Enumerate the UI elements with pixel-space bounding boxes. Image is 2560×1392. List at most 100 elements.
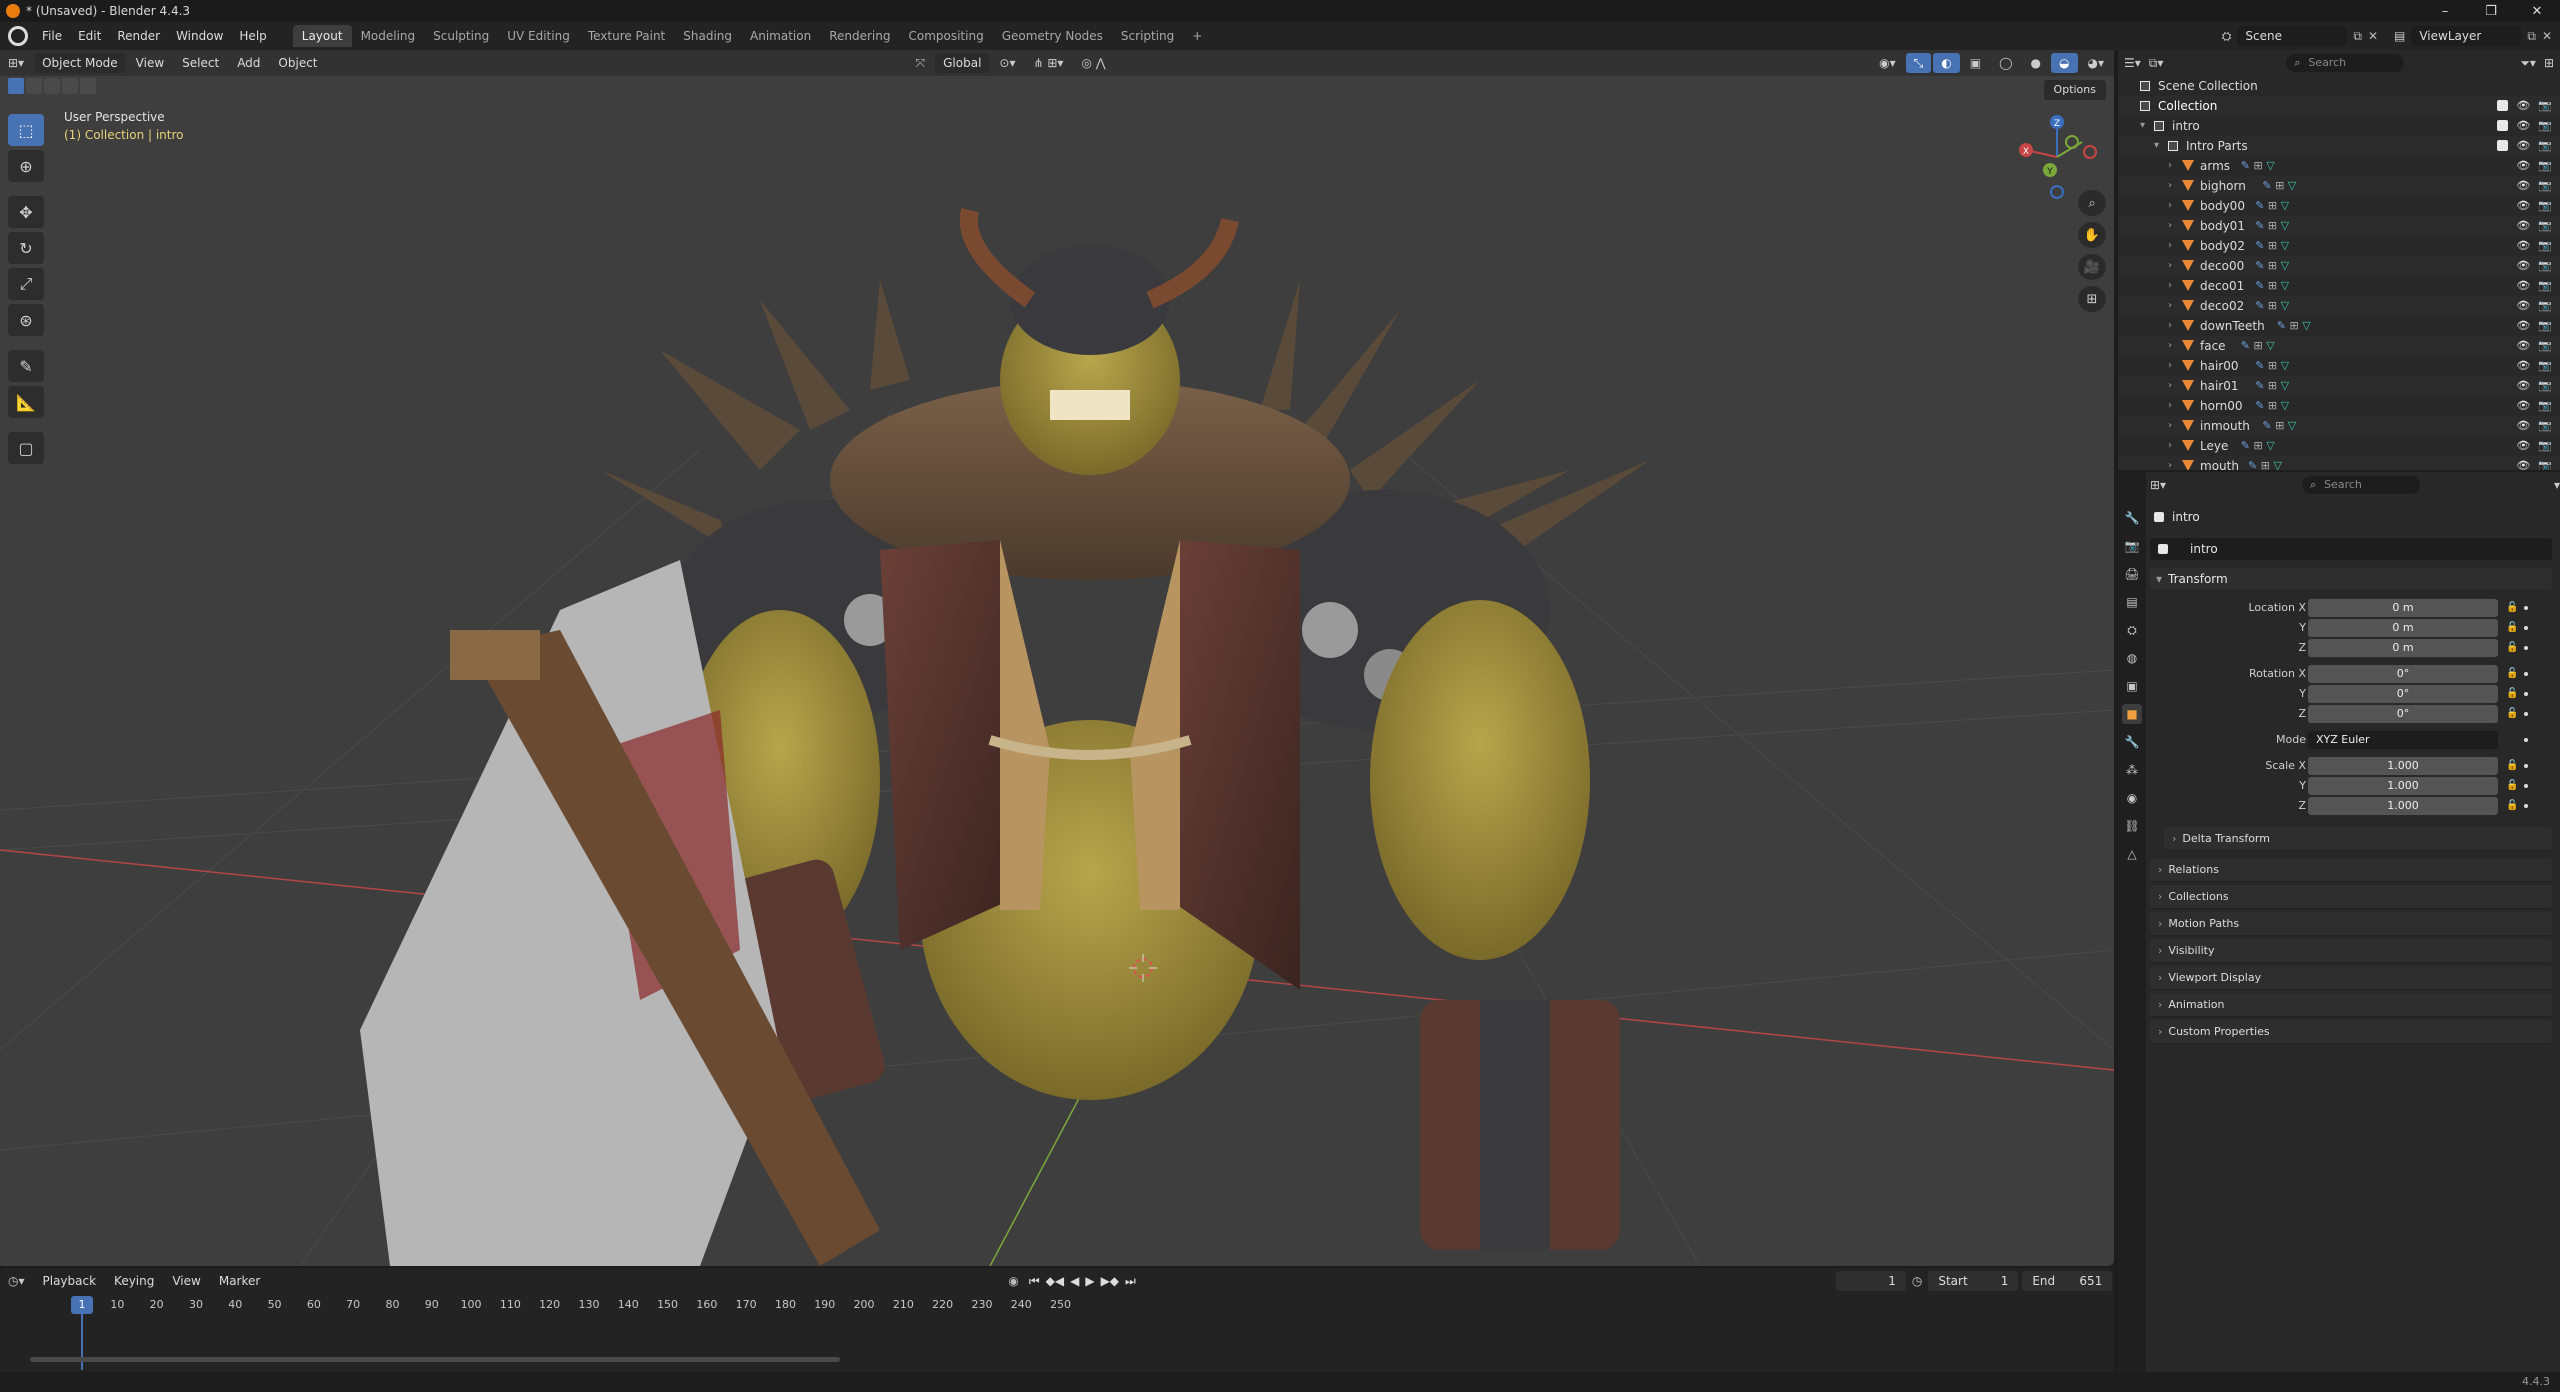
tab-uv-editing[interactable]: UV Editing [498,25,579,47]
rotate-icon[interactable]: ↻ [8,232,44,264]
tree-row-scene-collection[interactable]: Scene Collection [2118,76,2560,96]
tree-row-object[interactable]: › deco02 ✎ ⊞ ▽ 👁 📷 [2118,296,2560,316]
tab-texture-paint[interactable]: Texture Paint [579,25,674,47]
keyframe-dot-icon[interactable] [2524,646,2528,650]
panel-visibility[interactable]: › Visibility [2150,939,2552,963]
new-view-layer-icon[interactable]: ⧉ [2527,29,2536,44]
eye-icon[interactable]: 👁 [2516,96,2530,116]
menu-marker[interactable]: Marker [211,1271,268,1291]
zoom-icon[interactable]: ⌕ [2078,190,2106,216]
scene-name-field[interactable]: Scene [2237,26,2348,46]
tab-layout[interactable]: Layout [292,25,352,47]
navigation-gizmo[interactable]: Z Y X [2012,112,2102,202]
panel-relations[interactable]: › Relations [2150,858,2552,882]
camera-icon[interactable]: 📷 [2538,296,2552,316]
exclude-checkbox[interactable] [2497,100,2509,111]
expand-arrow-icon[interactable]: › [2168,276,2172,296]
gizmo-toggle-icon[interactable]: ⤡ [1905,53,1932,73]
menu-window[interactable]: Window [168,25,231,47]
camera-icon[interactable]: 📷 [2538,376,2552,396]
eye-icon[interactable]: 👁 [2516,236,2530,256]
lock-icon[interactable]: 🔓 [2506,618,2518,638]
transform-orientation-dropdown[interactable]: Global [935,53,990,73]
tree-row-object[interactable]: › bighorn ✎ ⊞ ▽ 👁 📷 [2118,176,2560,196]
next-key-icon[interactable]: ▶◆ [1101,1274,1119,1289]
menu-playback[interactable]: Playback [35,1271,105,1291]
tab-rendering[interactable]: Rendering [820,25,899,47]
keyframe-dot-icon[interactable] [2524,672,2528,676]
menu-keying[interactable]: Keying [106,1271,162,1291]
outliner-editor-type-icon[interactable]: ☰▾ [2124,56,2141,70]
view-layer-field[interactable]: ViewLayer [2411,26,2522,46]
panel-animation[interactable]: › Animation [2150,993,2552,1017]
maximize-button[interactable]: ❐ [2468,0,2514,22]
constraints-tab-icon[interactable]: ⛓ [2122,816,2142,836]
tree-row-intro-parts[interactable]: ▾ Intro Parts 👁 📷 [2118,136,2560,156]
expand-arrow-icon[interactable]: › [2168,216,2172,236]
blender-menu-icon[interactable] [8,26,28,46]
mode-dropdown[interactable]: Object Mode [34,53,126,73]
render-tab-icon[interactable]: 📷 [2122,536,2142,556]
camera-icon[interactable]: 📷 [2538,276,2552,296]
pivot-icon[interactable]: ⊙▾ [991,53,1023,73]
tree-row-intro[interactable]: ▾ intro 👁 📷 [2118,116,2560,136]
eye-icon[interactable]: 👁 [2516,136,2530,156]
lock-icon[interactable]: 🔓 [2506,598,2518,618]
tree-row-object[interactable]: › face ✎ ⊞ ▽ 👁 📷 [2118,336,2560,356]
collection-tab-icon[interactable]: ▣ [2122,676,2142,696]
visibility-icon[interactable]: ◉▾ [1871,53,1904,73]
minimize-button[interactable]: – [2422,0,2468,22]
scale-x-field[interactable]: 1.000 [2308,757,2498,775]
camera-view-icon[interactable]: 🎥 [2078,254,2106,280]
menu-select[interactable]: Select [174,53,227,73]
expand-arrow-icon[interactable]: › [2168,236,2172,256]
menu-render[interactable]: Render [109,25,168,47]
proportional-edit-icon[interactable]: ◎ ⋀ [1073,53,1113,73]
keyframe-dot-icon[interactable] [2524,764,2528,768]
start-frame-field[interactable]: Start 1 [1928,1271,2019,1291]
location-z-field[interactable]: 0 m [2308,639,2498,657]
close-button[interactable]: ✕ [2514,0,2560,22]
scale-icon[interactable]: ⤢ [8,268,44,300]
camera-icon[interactable]: 📷 [2538,156,2552,176]
lock-icon[interactable]: 🔓 [2506,776,2518,796]
camera-icon[interactable]: 📷 [2538,336,2552,356]
object-tab-icon[interactable]: ■ [2122,704,2142,724]
keyframe-dot-icon[interactable] [2524,784,2528,788]
annotate-icon[interactable]: ✎ [8,350,44,382]
panel-custom-properties[interactable]: › Custom Properties [2150,1020,2552,1044]
expand-arrow-icon[interactable]: › [2168,416,2172,436]
object-name-field[interactable]: intro [2150,538,2552,560]
jump-end-icon[interactable]: ⏭ [1125,1274,1136,1289]
snap-icon[interactable]: ⋔ ⊞▾ [1025,53,1071,73]
keyframe-dot-icon[interactable] [2524,692,2528,696]
end-frame-field[interactable]: End 651 [2022,1271,2113,1291]
transform-panel-header[interactable]: ▾ Transform [2150,568,2552,590]
tab-geometry-nodes[interactable]: Geometry Nodes [993,25,1112,47]
tree-row-object[interactable]: › deco01 ✎ ⊞ ▽ 👁 📷 [2118,276,2560,296]
tab-compositing[interactable]: Compositing [899,25,992,47]
tree-row-object[interactable]: › inmouth ✎ ⊞ ▽ 👁 📷 [2118,416,2560,436]
tree-row-collection[interactable]: Collection 👁 📷 [2118,96,2560,116]
editor-type-icon[interactable]: ⊞▾ [0,53,32,73]
keyframe-dot-icon[interactable] [2524,804,2528,808]
camera-icon[interactable]: 📷 [2538,256,2552,276]
expand-arrow-icon[interactable]: › [2168,156,2172,176]
panel-collections[interactable]: › Collections [2150,885,2552,909]
properties-search-input[interactable]: Search [2302,476,2421,494]
expand-arrow-icon[interactable]: › [2168,396,2172,416]
location-y-field[interactable]: 0 m [2308,619,2498,637]
properties-editor-type-icon[interactable]: ⊞▾ [2150,478,2166,492]
preview-range-icon[interactable]: ◷ [1912,1274,1922,1288]
ortho-grid-icon[interactable]: ⊞ [2078,286,2106,312]
lock-icon[interactable]: 🔓 [2506,796,2518,816]
keyframe-dot-icon[interactable] [2524,626,2528,630]
select-new-icon[interactable] [8,78,24,94]
lock-icon[interactable]: 🔓 [2506,684,2518,704]
eye-icon[interactable]: 👁 [2516,276,2530,296]
expand-arrow-icon[interactable]: › [2168,256,2172,276]
eye-icon[interactable]: 👁 [2516,356,2530,376]
camera-icon[interactable]: 📷 [2538,436,2552,456]
exclude-checkbox[interactable] [2497,120,2509,131]
jump-start-icon[interactable]: ⏮ [1029,1274,1040,1289]
